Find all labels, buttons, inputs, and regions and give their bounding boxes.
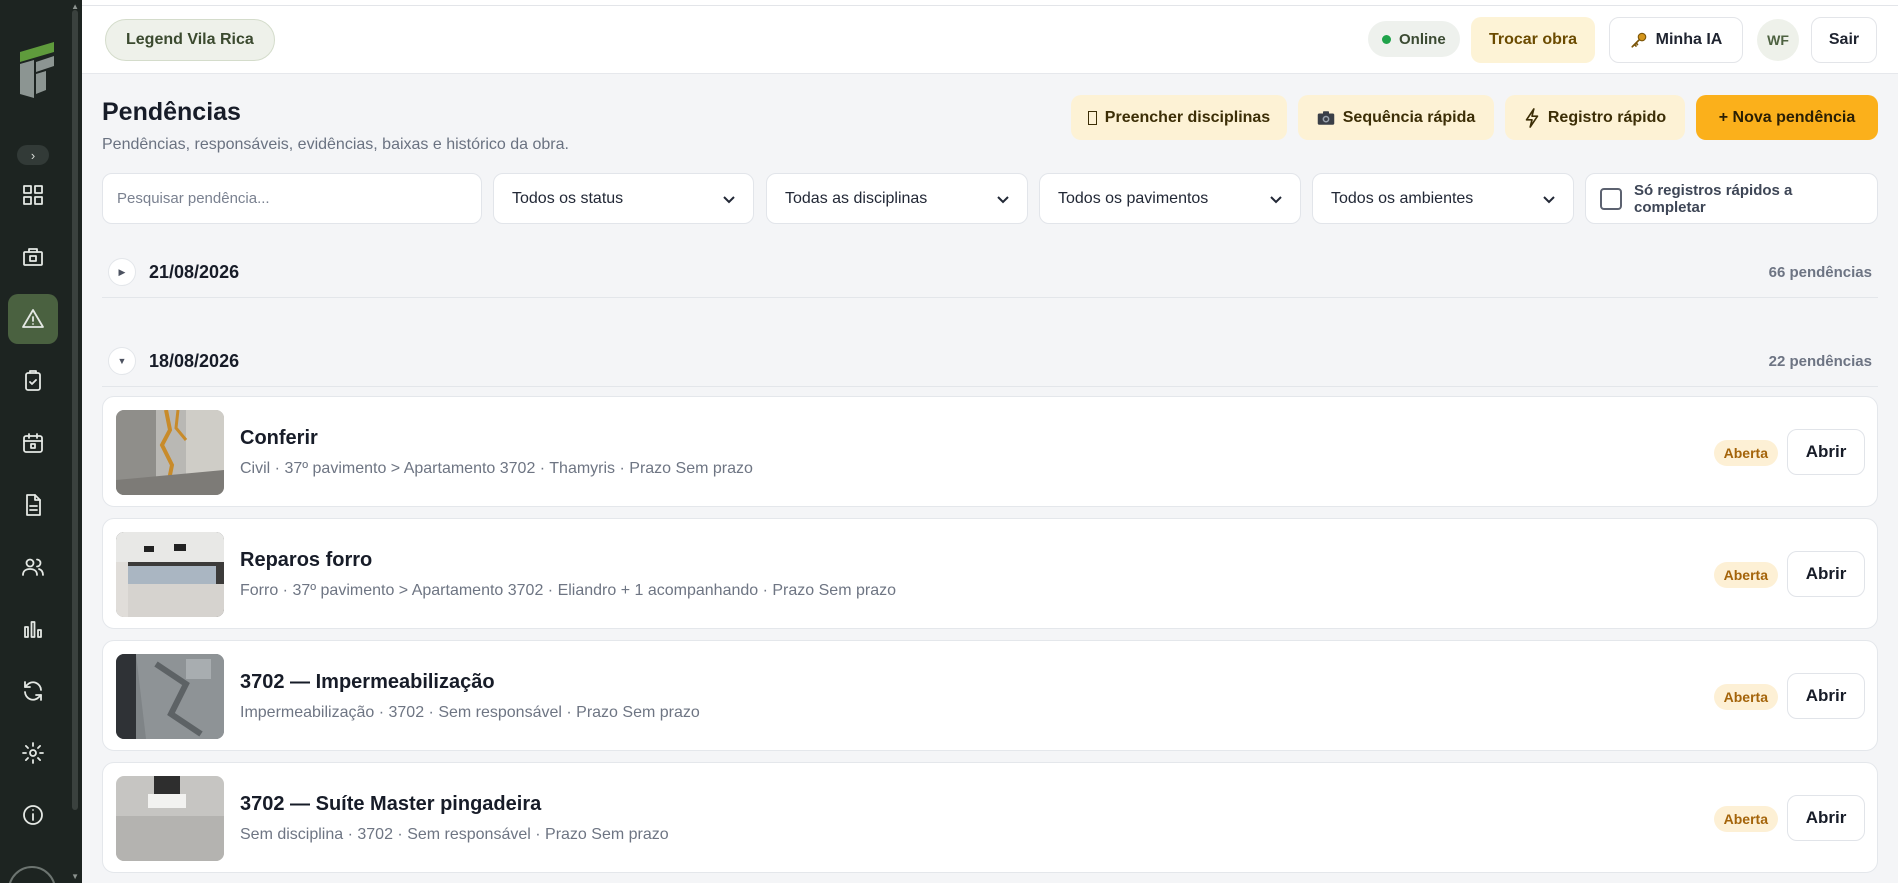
- building-icon: [23, 248, 43, 266]
- calendar-icon: [23, 433, 43, 453]
- issue-row[interactable]: 3702 — Suíte Master pingadeira Sem disci…: [102, 762, 1878, 873]
- open-button[interactable]: Abrir: [1787, 551, 1865, 597]
- online-status: Online: [1368, 21, 1460, 57]
- grid-icon: [23, 185, 43, 205]
- sidebar-scrollbar[interactable]: [72, 10, 78, 810]
- caret-down-icon[interactable]: ▼: [108, 347, 136, 375]
- nav-works[interactable]: [8, 232, 58, 282]
- issue-row[interactable]: 3702 — Impermeabilização Impermeabilizaç…: [102, 640, 1878, 751]
- sidebar-expand-button[interactable]: ›: [17, 145, 49, 165]
- page-title: Pendências: [102, 98, 241, 126]
- warning-icon: [22, 309, 44, 328]
- issue-meta: Civil · 37º pavimento > Apartamento 3702…: [240, 460, 753, 477]
- floor-select-value: Todos os pavimentos: [1058, 189, 1209, 207]
- issue-title: Conferir: [240, 427, 318, 449]
- date-group-header[interactable]: ▶ 21/08/2026 66 pendências: [102, 246, 1878, 298]
- group-date: 21/08/2026: [149, 262, 240, 282]
- issue-row[interactable]: Conferir Civil · 37º pavimento > Apartam…: [102, 396, 1878, 507]
- status-badge: Aberta: [1713, 806, 1778, 832]
- new-issue-button[interactable]: + Nova pendência: [1696, 95, 1878, 140]
- nav-sync[interactable]: [8, 666, 58, 716]
- logout-button[interactable]: Sair: [1811, 17, 1877, 63]
- my-ai-label: Minha IA: [1655, 31, 1723, 48]
- caret-right-icon[interactable]: ▶: [108, 258, 136, 286]
- issue-photo: [116, 532, 224, 617]
- issue-row[interactable]: Reparos forro Forro · 37º pavimento > Ap…: [102, 518, 1878, 629]
- info-icon: [23, 805, 43, 825]
- box-icon: [1087, 110, 1097, 125]
- status-badge: Aberta: [1713, 684, 1778, 710]
- search-input[interactable]: Pesquisar pendência...: [102, 173, 482, 224]
- issue-photo: [116, 654, 224, 739]
- sidebar: ▲ ▼ ›: [0, 0, 82, 883]
- issue-meta: Impermeabilização · 3702 · Sem responsáv…: [240, 704, 700, 721]
- room-select-value: Todos os ambientes: [1331, 189, 1474, 207]
- fill-disciplines-button[interactable]: Preencher disciplinas: [1071, 95, 1287, 140]
- quick-only-label: Só registros rápidos a completar: [1634, 181, 1793, 216]
- discipline-select-value: Todas as disciplinas: [785, 189, 928, 207]
- nav-team[interactable]: [8, 542, 58, 592]
- fill-disciplines-label: Preencher disciplinas: [1104, 108, 1271, 126]
- lightning-icon: [1525, 107, 1539, 128]
- my-ai-button[interactable]: Minha IA: [1609, 17, 1743, 63]
- chevron-down-icon: [1543, 195, 1555, 203]
- chevron-down-icon: [997, 195, 1009, 203]
- floor-select[interactable]: Todos os pavimentos: [1039, 173, 1301, 224]
- open-button[interactable]: Abrir: [1787, 673, 1865, 719]
- sync-icon: [24, 681, 42, 701]
- issue-meta: Sem disciplina · 3702 · Sem responsável …: [240, 826, 669, 843]
- group-count: 22 pendências: [1768, 353, 1872, 370]
- project-name[interactable]: Legend Vila Rica: [105, 19, 275, 61]
- status-select-value: Todos os status: [512, 189, 624, 207]
- bar-chart-icon: [24, 621, 42, 638]
- issue-title: Reparos forro: [240, 549, 373, 571]
- open-button[interactable]: Abrir: [1787, 429, 1865, 475]
- nav-dashboard[interactable]: [8, 170, 58, 220]
- date-group-header[interactable]: ▼ 18/08/2026 22 pendências: [102, 335, 1878, 387]
- nav-settings[interactable]: [8, 728, 58, 778]
- group-date: 18/08/2026: [149, 351, 240, 371]
- group-count: 66 pendências: [1768, 264, 1872, 281]
- quick-sequence-button[interactable]: Sequência rápida: [1298, 95, 1494, 140]
- clipboard-check-icon: [25, 370, 41, 391]
- nav-info[interactable]: [8, 790, 58, 840]
- status-badge: Aberta: [1713, 440, 1778, 466]
- issue-photo: [116, 410, 224, 495]
- quick-sequence-label: Sequência rápida: [1342, 108, 1476, 126]
- camera-icon: [1317, 110, 1334, 125]
- nav-calendar[interactable]: [8, 418, 58, 468]
- room-select[interactable]: Todos os ambientes: [1312, 173, 1574, 224]
- nav-issues[interactable]: [8, 294, 58, 344]
- quick-record-button[interactable]: Registro rápido: [1505, 95, 1685, 140]
- app-logo: [20, 42, 54, 98]
- nav-reports[interactable]: [8, 604, 58, 654]
- top-header: Legend Vila Rica Online Trocar obra Minh…: [82, 6, 1898, 74]
- chevron-down-icon: [1270, 195, 1282, 203]
- key-icon: [1631, 32, 1646, 48]
- online-label: Online: [1399, 30, 1446, 48]
- issue-title: 3702 — Impermeabilização: [240, 671, 495, 693]
- status-select[interactable]: Todos os status: [493, 173, 754, 224]
- document-icon: [26, 494, 41, 516]
- quick-only-checkbox[interactable]: [1600, 187, 1622, 210]
- quick-record-label: Registro rápido: [1547, 108, 1667, 126]
- profile-circle[interactable]: [8, 866, 56, 883]
- online-dot-icon: [1382, 34, 1391, 44]
- gear-icon: [22, 742, 44, 764]
- chevron-down-icon: [723, 195, 735, 203]
- nav-documents[interactable]: [8, 480, 58, 530]
- issue-photo: [116, 776, 224, 861]
- quick-only-filter[interactable]: Só registros rápidos a completar: [1585, 173, 1878, 224]
- avatar[interactable]: WF: [1757, 19, 1799, 61]
- issue-title: 3702 — Suíte Master pingadeira: [240, 793, 542, 815]
- scroll-down-arrow-icon[interactable]: ▼: [71, 872, 79, 881]
- status-badge: Aberta: [1713, 562, 1778, 588]
- issue-meta: Forro · 37º pavimento > Apartamento 3702…: [240, 582, 896, 599]
- discipline-select[interactable]: Todas as disciplinas: [766, 173, 1028, 224]
- open-button[interactable]: Abrir: [1787, 795, 1865, 841]
- page-subtitle: Pendências, responsáveis, evidências, ba…: [102, 136, 569, 153]
- nav-checklists[interactable]: [8, 356, 58, 406]
- switch-project-button[interactable]: Trocar obra: [1471, 17, 1595, 63]
- users-icon: [22, 558, 44, 576]
